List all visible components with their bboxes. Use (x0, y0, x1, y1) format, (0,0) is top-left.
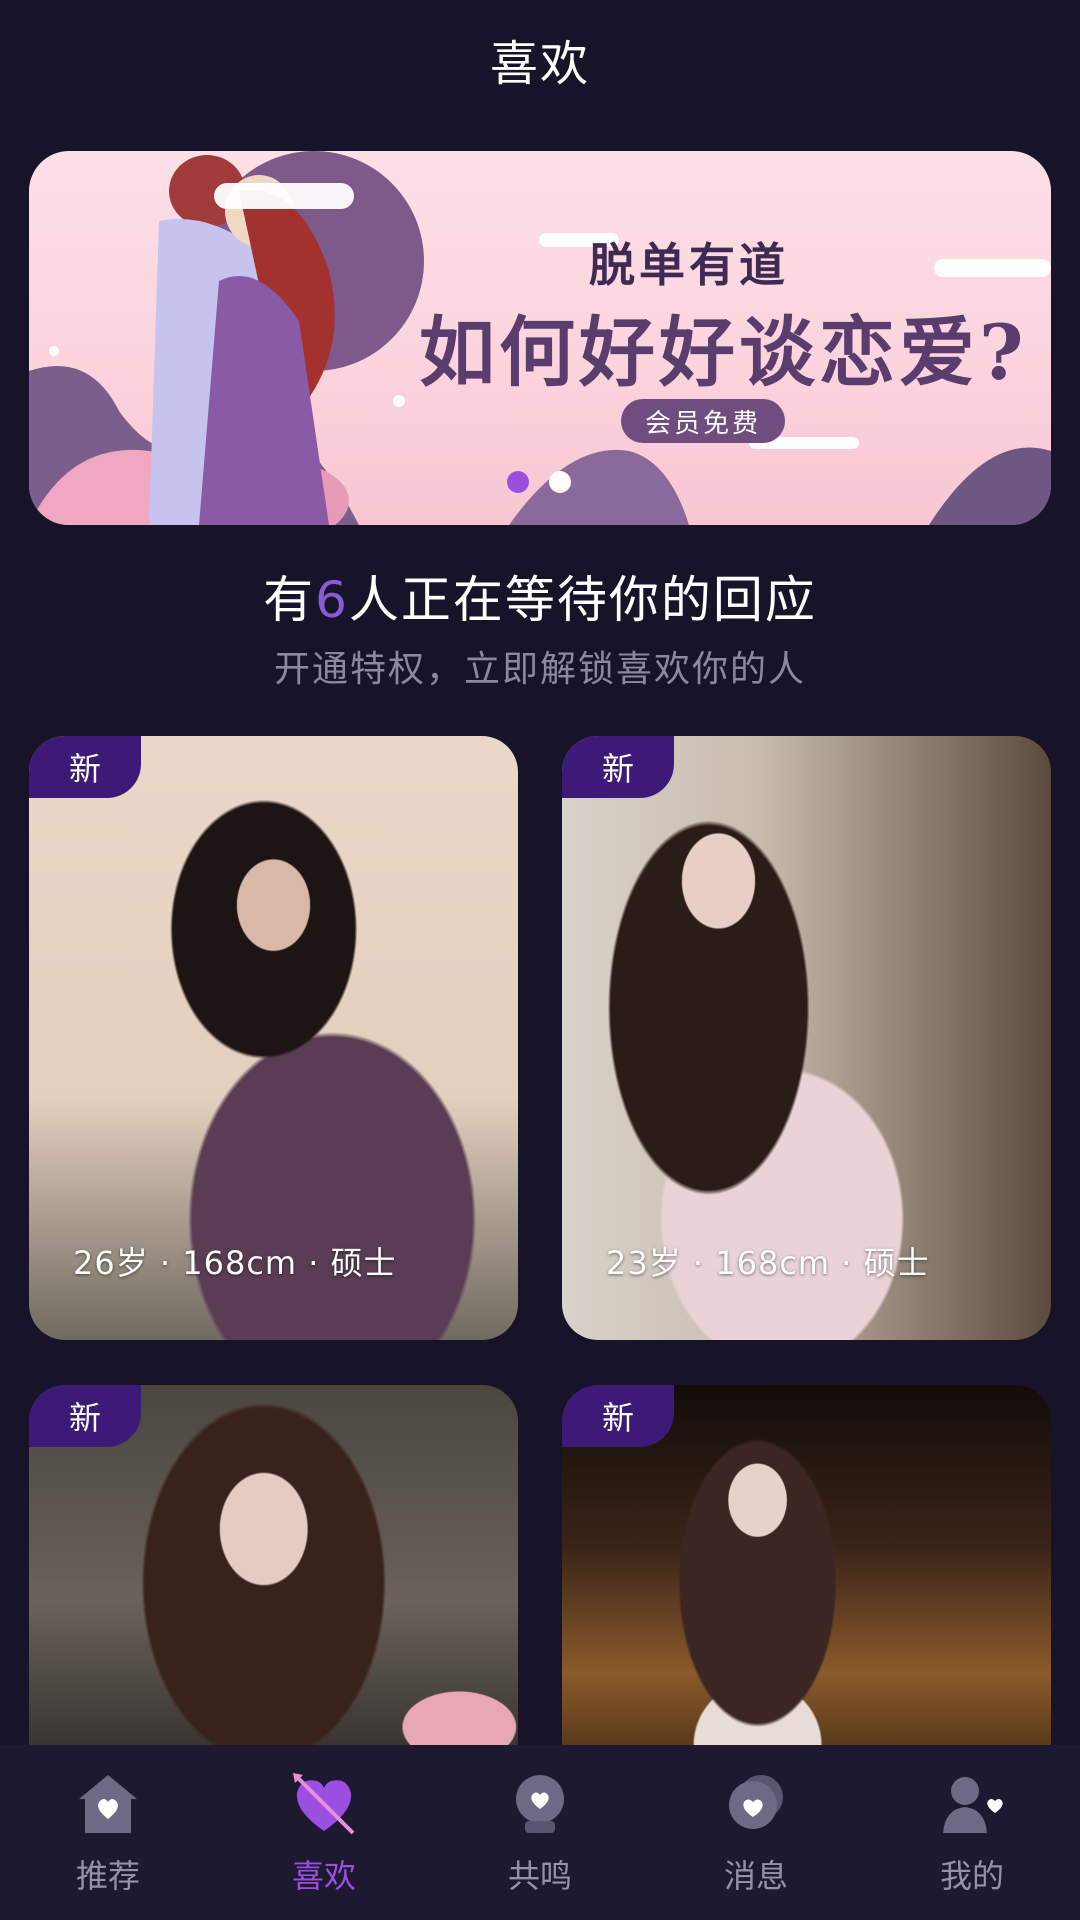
promo-banner[interactable]: 脱单有道 如何好好谈恋爱? 会员免费 (29, 151, 1051, 525)
member-free-badge[interactable]: 会员免费 (621, 399, 785, 443)
waiting-count: 6 (315, 571, 349, 629)
new-badge: 新 (562, 1385, 674, 1447)
tab-label: 推荐 (75, 1857, 140, 1895)
tab-resonance[interactable]: 共鸣 (432, 1745, 648, 1920)
house-heart-icon (73, 1769, 143, 1839)
profile-card[interactable]: 新 (562, 1385, 1051, 1745)
profile-card[interactable]: 新 26岁 · 168cm · 硕士 (29, 736, 518, 1340)
profile-card[interactable]: 新 (29, 1385, 518, 1745)
banner-headline: 如何好好谈恋爱? (419, 308, 1028, 397)
new-badge: 新 (562, 736, 674, 798)
tab-label: 我的 (939, 1857, 1004, 1895)
tab-label: 共鸣 (507, 1857, 572, 1895)
profile-info: 26岁 · 168cm · 硕士 (73, 1244, 397, 1282)
new-badge: 新 (29, 1385, 141, 1447)
chat-heart-icon (721, 1769, 791, 1839)
banner-title: 脱单有道 (589, 238, 789, 292)
crystal-ball-icon (505, 1769, 575, 1839)
bottom-tab-bar: 推荐 喜欢 共鸣 消息 我的 (0, 1745, 1080, 1920)
user-heart-icon (937, 1769, 1007, 1839)
waiting-prefix: 有 (263, 571, 316, 629)
profile-card[interactable]: 新 23岁 · 168cm · 硕士 (562, 736, 1051, 1340)
tab-label: 喜欢 (291, 1857, 356, 1895)
waiting-suffix: 人正在等待你的回应 (348, 571, 817, 629)
tab-label: 消息 (723, 1857, 788, 1895)
waiting-count-text: 有6人正在等待你的回应 (0, 560, 1080, 632)
carousel-dot-active (507, 471, 529, 493)
unlock-subtitle[interactable]: 开通特权，立即解锁喜欢你的人 (0, 640, 1080, 692)
new-badge: 新 (29, 736, 141, 798)
carousel-dot (549, 471, 571, 493)
tab-recommend[interactable]: 推荐 (0, 1745, 216, 1920)
tab-mine[interactable]: 我的 (864, 1745, 1080, 1920)
heart-arrow-icon (289, 1769, 359, 1839)
page-title: 喜欢 (489, 36, 590, 92)
profile-info: 23岁 · 168cm · 硕士 (606, 1244, 930, 1282)
tab-messages[interactable]: 消息 (648, 1745, 864, 1920)
tab-likes[interactable]: 喜欢 (216, 1745, 432, 1920)
carousel-indicator (507, 471, 571, 493)
